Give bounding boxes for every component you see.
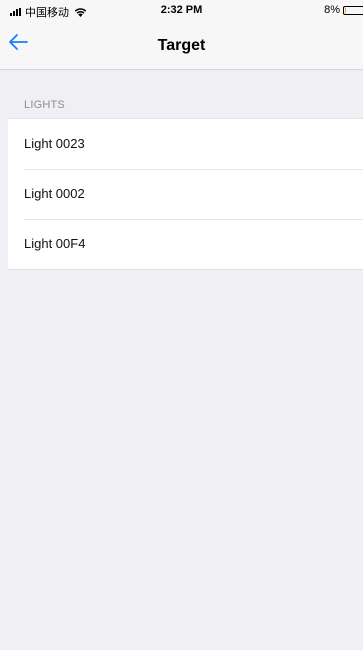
battery-icon (343, 5, 363, 15)
status-bar: 中国移动 2:32 PM 8% (0, 0, 363, 20)
lights-list: Light 0023 Light 0002 Light 00F4 (8, 118, 363, 270)
battery-percent: 8% (324, 4, 340, 16)
navigation-bar: Target (0, 20, 363, 70)
section-header-lights: LIGHTS (24, 99, 65, 111)
battery-level (345, 7, 346, 13)
status-time: 2:32 PM (160, 4, 203, 16)
list-item-label: Light 00F4 (24, 236, 86, 251)
list-item-label: Light 0023 (24, 136, 85, 151)
battery-status: 8% (324, 4, 363, 16)
list-item-light-0023[interactable]: Light 0023 (8, 119, 363, 169)
list-item-light-0002[interactable]: Light 0002 (8, 169, 363, 219)
list-item-label: Light 0002 (24, 186, 85, 201)
list-item-light-00f4[interactable]: Light 00F4 (8, 219, 363, 269)
page-title: Target (157, 37, 206, 54)
